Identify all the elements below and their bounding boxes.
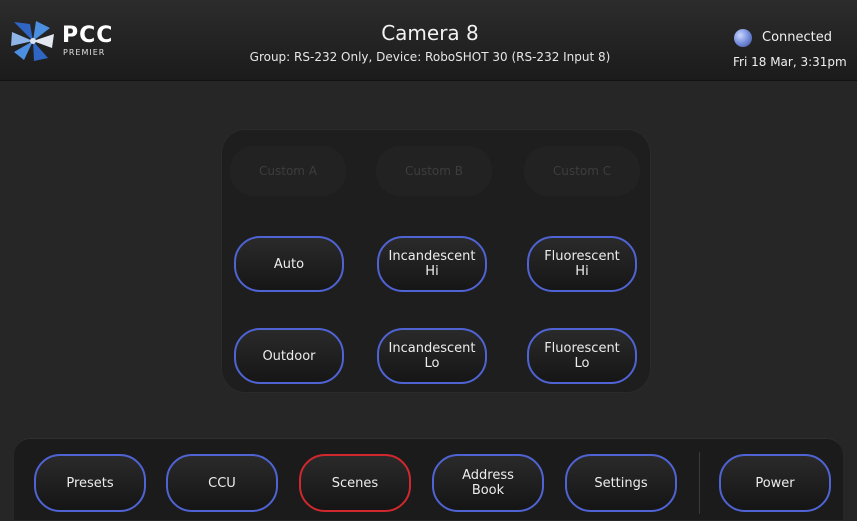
screen: PCC PREMIER Camera 8 Group: RS-232 Only,… bbox=[0, 0, 857, 521]
custom-b-button[interactable]: Custom B bbox=[376, 146, 492, 196]
fluorescent-lo-button[interactable]: Fluorescent Lo bbox=[527, 328, 637, 384]
ccu-button[interactable]: CCU bbox=[166, 454, 278, 512]
settings-button[interactable]: Settings bbox=[565, 454, 677, 512]
connection-status: Connected bbox=[762, 30, 833, 45]
outdoor-button[interactable]: Outdoor bbox=[234, 328, 344, 384]
connection-status-icon bbox=[734, 29, 752, 47]
camera-title: Camera 8 bbox=[381, 21, 479, 45]
scenes-button[interactable]: Scenes bbox=[299, 454, 411, 512]
datetime: Fri 18 Mar, 3:31pm bbox=[733, 55, 847, 69]
nav-divider bbox=[699, 452, 700, 514]
logo: PCC PREMIER bbox=[10, 20, 120, 62]
custom-a-button[interactable]: Custom A bbox=[230, 146, 346, 196]
auto-button[interactable]: Auto bbox=[234, 236, 344, 292]
address-book-button[interactable]: Address Book bbox=[432, 454, 544, 512]
logo-subtext: PREMIER bbox=[63, 48, 106, 57]
header-bar: PCC PREMIER Camera 8 Group: RS-232 Only,… bbox=[0, 0, 857, 81]
pcc-pinwheel-icon bbox=[11, 21, 54, 61]
logo-text: PCC bbox=[62, 23, 114, 48]
incandescent-lo-button[interactable]: Incandescent Lo bbox=[377, 328, 487, 384]
device-info: Group: RS-232 Only, Device: RoboSHOT 30 … bbox=[249, 50, 611, 64]
incandescent-hi-button[interactable]: Incandescent Hi bbox=[377, 236, 487, 292]
presets-button[interactable]: Presets bbox=[34, 454, 146, 512]
fluorescent-hi-button[interactable]: Fluorescent Hi bbox=[527, 236, 637, 292]
power-button[interactable]: Power bbox=[719, 454, 831, 512]
custom-c-button[interactable]: Custom C bbox=[524, 146, 640, 196]
